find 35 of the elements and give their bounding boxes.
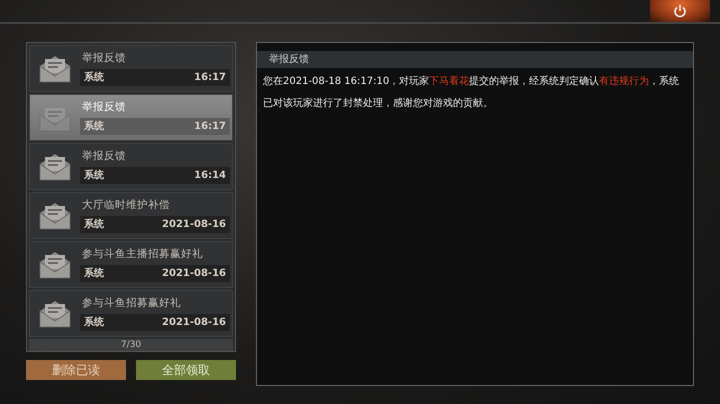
mail-title: 举报反馈 xyxy=(81,148,127,164)
envelope-icon xyxy=(38,298,72,328)
mail-time: 2021-08-16 xyxy=(162,218,226,232)
mail-title: 大厅临时维护补偿 xyxy=(81,198,171,213)
power-icon xyxy=(673,4,687,18)
mail-time: 16:14 xyxy=(194,169,226,184)
mail-title: 举报反馈 xyxy=(81,100,127,115)
mail-title: 参与斗鱼招募赢好礼 xyxy=(81,296,182,311)
power-button[interactable] xyxy=(650,0,710,22)
mail-sender: 系统 xyxy=(84,70,104,86)
mail-item[interactable]: 大厅临时维护补偿 系统 2021-08-16 xyxy=(29,192,233,239)
mail-time: 2021-08-16 xyxy=(162,267,226,282)
mail-time: 2021-08-16 xyxy=(162,316,226,330)
mail-sender: 系统 xyxy=(84,266,104,282)
claim-all-button[interactable]: 全部领取 xyxy=(136,360,236,380)
mail-detail-title: 举报反馈 xyxy=(257,51,693,68)
envelope-icon xyxy=(38,54,72,84)
mail-title: 参与斗鱼主播招募赢好礼 xyxy=(81,246,204,262)
mail-sender: 系统 xyxy=(84,218,104,232)
envelope-icon xyxy=(38,250,72,280)
mail-time: 16:17 xyxy=(194,120,226,134)
mail-sender: 系统 xyxy=(84,168,104,184)
mail-item[interactable]: 参与斗鱼主播招募赢好礼 系统 2021-08-16 xyxy=(29,241,233,288)
mail-sender: 系统 xyxy=(84,120,104,134)
page-indicator: 7/30 xyxy=(29,339,233,351)
mail-time: 16:17 xyxy=(194,71,226,86)
mail-sender: 系统 xyxy=(84,316,104,330)
mail-item[interactable]: 举报反馈 系统 16:17 xyxy=(29,94,233,141)
mail-title: 举报反馈 xyxy=(81,50,127,66)
envelope-icon xyxy=(38,152,72,182)
mail-item[interactable]: 举报反馈 系统 16:14 xyxy=(29,143,233,190)
mail-body-text: 您在2021-08-18 16:17:10，对玩家下马看花提交的举报，经系统判定确认有违规行为，系统已对该玩家进行了封禁处理，感谢您对游戏的贡献。 xyxy=(262,74,680,111)
mail-item[interactable]: 举报反馈 系统 16:17 xyxy=(29,45,233,92)
envelope-icon xyxy=(38,200,72,230)
mail-item[interactable]: 参与斗鱼招募赢好礼 系统 2021-08-16 xyxy=(29,290,233,337)
